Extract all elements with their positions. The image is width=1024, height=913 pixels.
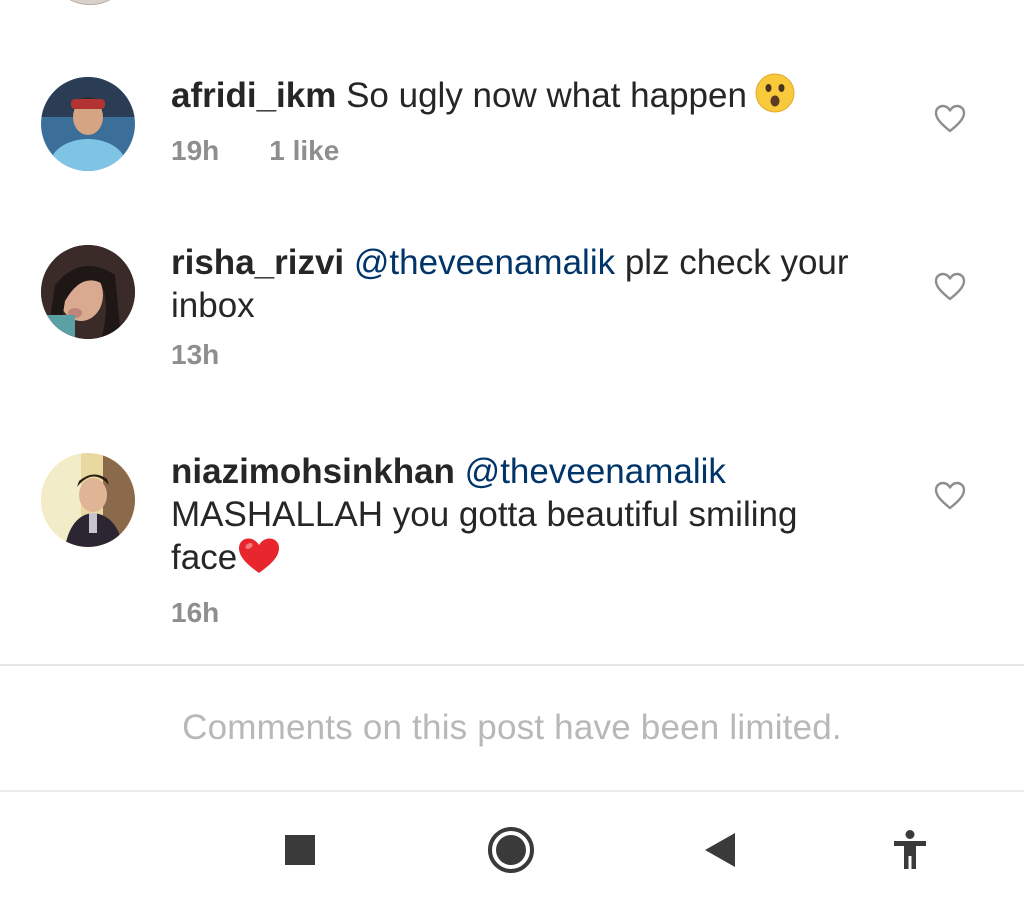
comment-username[interactable]: afridi_ikm — [171, 76, 336, 115]
comment-username[interactable]: niazimohsinkhan — [171, 452, 455, 491]
comment-text: risha_rizvi @theveenamalik plz check you… — [171, 241, 861, 327]
like-heart-icon[interactable] — [934, 481, 966, 511]
astonished-face-emoji — [755, 73, 795, 123]
comment-time: 13h — [171, 339, 220, 370]
red-heart-emoji — [237, 537, 281, 585]
comment-meta: 13h — [171, 337, 861, 373]
avatar[interactable] — [41, 245, 135, 339]
accessibility-button[interactable] — [878, 820, 942, 884]
comment-message: So ugly now what happen — [336, 76, 747, 115]
comment-body: niazimohsinkhan @theveenamalik MASHALLAH… — [171, 450, 861, 631]
comment-like-count[interactable]: 1 like — [269, 135, 339, 166]
back-button[interactable] — [688, 820, 752, 884]
comments-limited-notice: Comments on this post have been limited. — [182, 708, 842, 747]
home-button[interactable] — [479, 820, 543, 884]
avatar[interactable] — [41, 453, 135, 547]
comment-time: 19h — [171, 135, 220, 166]
like-heart-icon[interactable] — [934, 104, 966, 134]
comments-screen: afridi_ikm So ugly now what happen 19h 1 … — [0, 0, 1024, 913]
home-circle-icon — [487, 826, 535, 879]
accessibility-icon — [892, 829, 928, 875]
back-triangle-icon — [703, 832, 737, 873]
comment-mention[interactable]: @theveenamalik — [465, 452, 726, 491]
comment-mention[interactable]: @theveenamalik — [354, 243, 615, 282]
comment-meta: 19h 1 like — [171, 133, 861, 169]
comment-text: afridi_ikm So ugly now what happen — [171, 73, 861, 123]
divider — [0, 664, 1024, 666]
avatar[interactable] — [41, 77, 135, 171]
comment-body: risha_rizvi @theveenamalik plz check you… — [171, 241, 861, 373]
like-heart-icon[interactable] — [934, 272, 966, 302]
recents-button[interactable] — [268, 820, 332, 884]
system-navigation-bar — [0, 792, 1024, 913]
comment-time: 16h — [171, 597, 220, 628]
comment-username[interactable]: risha_rizvi — [171, 243, 344, 282]
previous-comment-avatar[interactable] — [58, 0, 122, 4]
comment-meta: 16h — [171, 595, 861, 631]
comment-text: niazimohsinkhan @theveenamalik MASHALLAH… — [171, 450, 861, 585]
stop-square-icon — [284, 834, 316, 871]
comment-body: afridi_ikm So ugly now what happen 19h 1 … — [171, 73, 861, 169]
